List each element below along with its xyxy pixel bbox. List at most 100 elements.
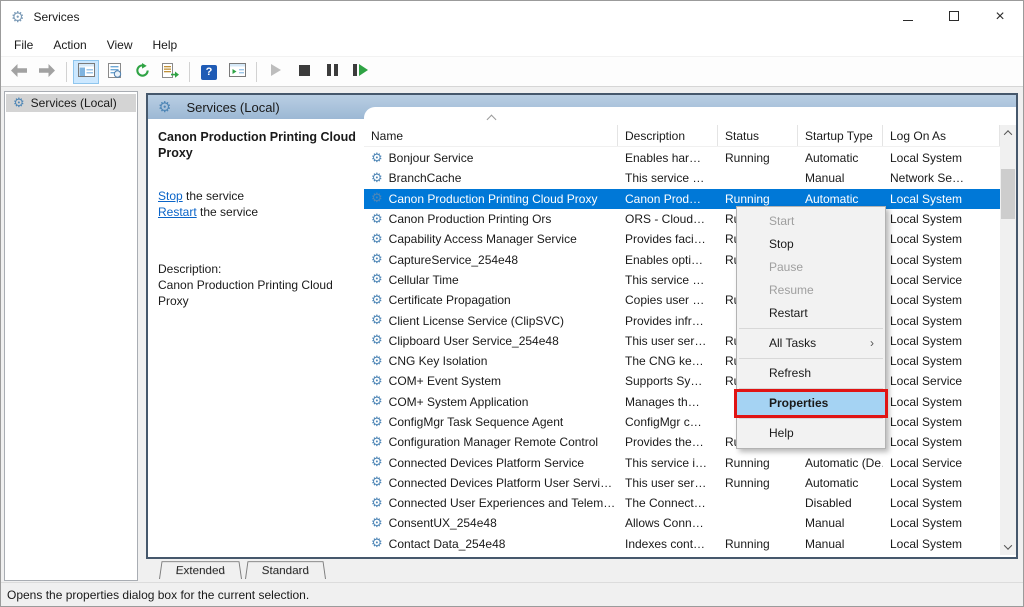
service-status-cell: Running [718, 473, 798, 493]
action-suffix: the service [197, 205, 258, 219]
toolbar: ? [1, 57, 1023, 87]
context-menu-item-restart[interactable]: Restart [737, 302, 885, 325]
table-row[interactable]: ⚙Canon Production Printing OrsORS - Clou… [364, 209, 1000, 229]
show-console-tree-button[interactable] [73, 60, 99, 84]
window-title: Services [33, 10, 79, 24]
menubar-item-view[interactable]: View [97, 34, 143, 56]
service-status-cell: Running [718, 452, 798, 472]
context-menu-item-properties[interactable]: Properties [737, 392, 885, 415]
pause-service-button[interactable] [319, 60, 345, 84]
service-name: COM+ System Application [389, 395, 529, 409]
column-header-log-on-as[interactable]: Log On As [883, 125, 1000, 146]
table-row[interactable]: ⚙Connected Devices Platform ServiceThis … [364, 452, 1000, 472]
service-name: Configuration Manager Remote Control [389, 435, 598, 449]
table-row[interactable]: ⚙Connected Devices Platform User Servi…T… [364, 473, 1000, 493]
table-row[interactable]: ⚙Certificate PropagationCopies user …Run… [364, 290, 1000, 310]
context-menu-separator [739, 358, 883, 359]
service-gear-icon: ⚙ [371, 172, 383, 185]
table-row[interactable]: ⚙CaptureService_254e48Enables opti…Runni… [364, 249, 1000, 269]
service-startup-cell [798, 554, 883, 557]
services-window: ⚙ Services × FileActionViewHelp ? ⚙Servi… [0, 0, 1024, 607]
service-description-cell: ORS - Cloud… [618, 209, 718, 229]
context-menu-item-refresh[interactable]: Refresh [737, 362, 885, 385]
table-row[interactable]: ⚙ [364, 554, 1000, 557]
service-gear-icon: ⚙ [371, 456, 383, 469]
column-header-description[interactable]: Description [618, 125, 718, 146]
forward-arrow-icon [39, 64, 55, 80]
scroll-up-button[interactable] [1000, 125, 1016, 141]
vertical-scrollbar[interactable] [1000, 125, 1016, 555]
table-row[interactable]: ⚙BranchCacheThis service …ManualNetwork … [364, 168, 1000, 188]
service-name-cell: ⚙Clipboard User Service_254e48 [364, 331, 618, 351]
maximize-button[interactable] [931, 1, 977, 33]
services-gear-icon: ⚙ [11, 10, 24, 25]
stop-service-link[interactable]: Stop [158, 189, 183, 203]
service-logon-cell: Local Service [883, 452, 1000, 472]
export-list-button[interactable] [157, 60, 183, 84]
table-row[interactable]: ⚙Capability Access Manager ServiceProvid… [364, 229, 1000, 249]
service-status-cell: Running [718, 148, 798, 168]
table-row[interactable]: ⚙Clipboard User Service_254e48This user … [364, 331, 1000, 351]
tab-standard[interactable]: Standard [245, 561, 326, 579]
show-action-pane-button[interactable] [224, 60, 250, 84]
service-gear-icon: ⚙ [371, 416, 383, 429]
start-service-button [263, 60, 289, 84]
table-row[interactable]: ⚙Configuration Manager Remote ControlPro… [364, 432, 1000, 452]
service-gear-icon: ⚙ [371, 213, 383, 226]
context-menu-item-pause: Pause [737, 256, 885, 279]
service-name: CaptureService_254e48 [389, 253, 518, 267]
context-menu-item-help[interactable]: Help [737, 422, 885, 445]
properties-sheet-button[interactable] [101, 60, 127, 84]
restart-service-icon [353, 64, 368, 79]
service-name: Clipboard User Service_254e48 [389, 334, 559, 348]
scrollbar-thumb[interactable] [1001, 169, 1015, 219]
tree-item-label: Services (Local) [31, 96, 117, 110]
tab-extended[interactable]: Extended [159, 561, 242, 579]
column-header-name[interactable]: Name [364, 125, 618, 146]
table-row[interactable]: ⚙Bonjour ServiceEnables har…RunningAutom… [364, 148, 1000, 168]
table-row[interactable]: ⚙ConsentUX_254e48Allows Conn…ManualLocal… [364, 513, 1000, 533]
table-row[interactable]: ⚙COM+ System ApplicationManages th…Local… [364, 392, 1000, 412]
service-gear-icon: ⚙ [371, 537, 383, 550]
service-gear-icon: ⚙ [371, 294, 383, 307]
service-logon-cell [883, 554, 1000, 557]
table-row[interactable]: ⚙COM+ Event SystemSupports Sy…RunningLoc… [364, 371, 1000, 391]
service-gear-icon: ⚙ [371, 395, 383, 408]
context-menu-item-all-tasks[interactable]: All Tasks› [737, 332, 885, 355]
service-name: Capability Access Manager Service [389, 232, 577, 246]
table-row[interactable]: ⚙Contact Data_254e48Indexes cont…Running… [364, 534, 1000, 554]
menubar-item-action[interactable]: Action [43, 34, 96, 56]
minimize-button[interactable] [885, 1, 931, 33]
help-button[interactable]: ? [196, 60, 222, 84]
stop-service-button[interactable] [291, 60, 317, 84]
service-status-cell [718, 493, 798, 513]
table-row[interactable]: ⚙Client License Service (ClipSVC)Provide… [364, 310, 1000, 330]
table-row[interactable]: ⚙CNG Key IsolationThe CNG ke…RunningLoca… [364, 351, 1000, 371]
title-bar: ⚙ Services × [1, 1, 1023, 33]
column-header-startup-type[interactable]: Startup Type [798, 125, 883, 146]
service-description-cell: This service … [618, 270, 718, 290]
table-row[interactable]: ⚙Cellular TimeThis service …Local Servic… [364, 270, 1000, 290]
service-logon-cell: Local System [883, 310, 1000, 330]
context-menu-item-stop[interactable]: Stop [737, 233, 885, 256]
menubar-item-file[interactable]: File [4, 34, 43, 56]
service-logon-cell: Local System [883, 249, 1000, 269]
service-name-cell: ⚙Cellular Time [364, 270, 618, 290]
table-row[interactable]: ⚙Canon Production Printing Cloud ProxyCa… [364, 189, 1000, 209]
column-header-status[interactable]: Status [718, 125, 798, 146]
service-description-cell: Allows Conn… [618, 513, 718, 533]
service-name: Bonjour Service [389, 151, 474, 165]
service-description-cell: This user ser… [618, 473, 718, 493]
tree-item-services-local[interactable]: ⚙Services (Local) [6, 94, 136, 112]
context-menu: StartStopPauseResumeRestartAll Tasks›Ref… [736, 206, 886, 449]
table-row[interactable]: ⚙ConfigMgr Task Sequence AgentConfigMgr … [364, 412, 1000, 432]
table-row[interactable]: ⚙Connected User Experiences and Telem…Th… [364, 493, 1000, 513]
scroll-down-button[interactable] [1000, 539, 1016, 555]
restart-service-link[interactable]: Restart [158, 205, 197, 219]
refresh-button[interactable] [129, 60, 155, 84]
service-logon-cell: Local System [883, 493, 1000, 513]
service-gear-icon: ⚙ [371, 517, 383, 530]
close-button[interactable]: × [977, 1, 1023, 33]
menubar-item-help[interactable]: Help [143, 34, 188, 56]
restart-service-button[interactable] [347, 60, 373, 84]
